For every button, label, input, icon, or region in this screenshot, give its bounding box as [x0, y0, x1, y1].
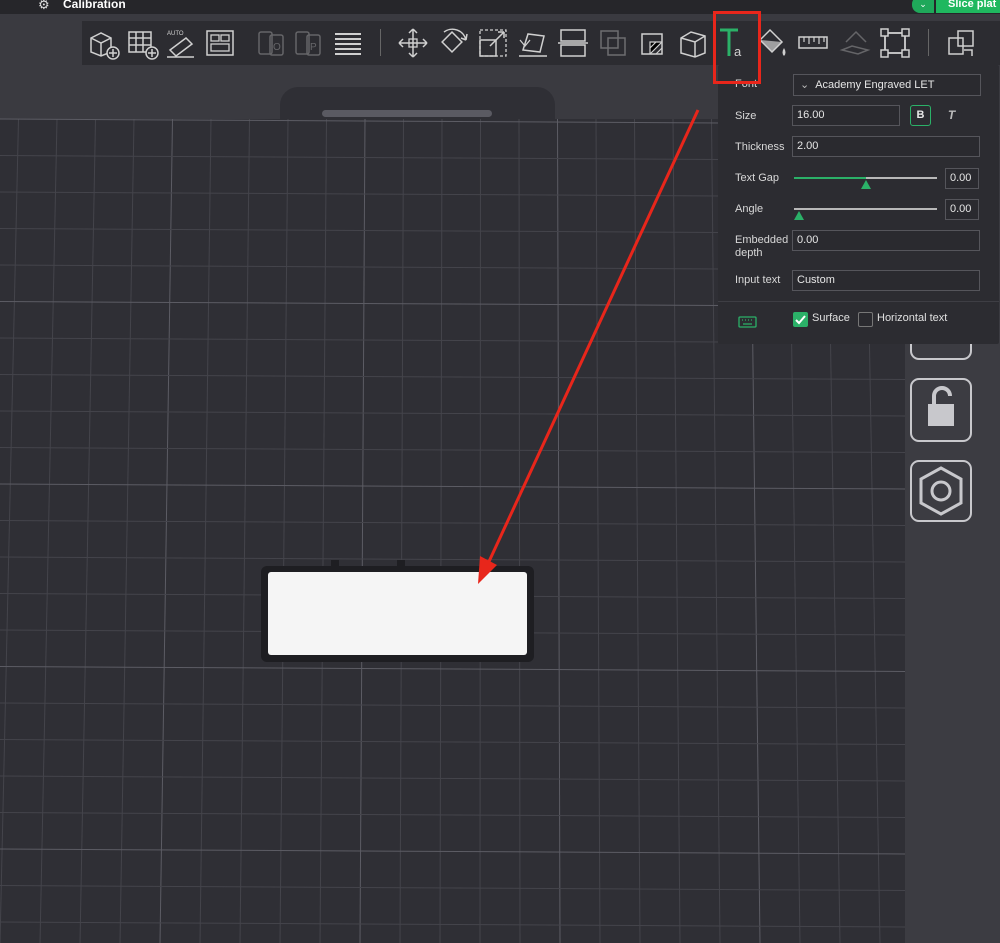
grid-line-horizontal	[0, 739, 905, 745]
lay-on-face-icon[interactable]	[516, 26, 550, 60]
grid-line-vertical	[479, 118, 481, 943]
grid-line-vertical	[399, 118, 404, 943]
split-objects-icon[interactable]: O	[254, 26, 288, 60]
move-icon[interactable]	[396, 26, 430, 60]
assembly-icon[interactable]	[838, 26, 872, 60]
panel-divider	[718, 301, 999, 302]
boolean-icon[interactable]	[596, 26, 630, 60]
grid-line-vertical	[199, 118, 212, 943]
grid-line-vertical	[79, 118, 96, 943]
seam-paint-icon[interactable]	[676, 26, 710, 60]
angle-label: Angle	[735, 203, 764, 215]
scale-icon[interactable]	[476, 26, 510, 60]
grid-line-horizontal	[0, 410, 905, 417]
size-input[interactable]: 16.00	[792, 105, 900, 126]
bold-button[interactable]: B	[910, 105, 931, 126]
grid-line-vertical	[439, 118, 443, 943]
toolbar-separator	[928, 29, 929, 56]
auto-orient-icon[interactable]: AUTO	[164, 26, 198, 60]
cut-icon[interactable]	[556, 26, 590, 60]
grid-line-vertical	[595, 118, 601, 943]
gear-icon[interactable]: ⚙	[38, 0, 50, 13]
grid-line-vertical	[634, 118, 641, 943]
grid-line-horizontal	[0, 885, 905, 891]
grid-line-vertical	[39, 118, 58, 943]
text-gap-slider-fill	[794, 177, 866, 179]
grid-line-horizontal	[0, 666, 905, 672]
thickness-label: Thickness	[735, 141, 785, 153]
chevron-down-icon[interactable]: ⌄	[912, 0, 934, 13]
grid-line-horizontal	[0, 812, 905, 818]
input-text-label: Input text	[735, 274, 781, 286]
embedded-depth-input[interactable]: 0.00	[792, 230, 980, 251]
grid-line-horizontal	[0, 702, 905, 709]
highlight-box	[713, 11, 761, 84]
horizontal-text-label: Horizontal text	[877, 312, 948, 324]
toolbar-separator	[380, 29, 381, 56]
font-select[interactable]: ⌄ Academy Engraved LET	[793, 74, 981, 96]
angle-input[interactable]: 0.00	[945, 199, 979, 220]
add-plate-icon[interactable]	[125, 26, 159, 60]
text-gap-label: Text Gap	[735, 172, 780, 184]
assemble-view-icon[interactable]	[944, 26, 978, 60]
window-title: Calibration	[63, 0, 126, 11]
main-toolbar: AUTO O P a	[82, 21, 1000, 65]
surface-checkbox[interactable]	[793, 312, 808, 327]
support-paint-icon[interactable]	[636, 26, 670, 60]
keyboard-icon[interactable]	[738, 315, 757, 334]
text-gap-input[interactable]: 0.00	[945, 168, 979, 189]
grid-line-horizontal	[0, 374, 905, 380]
grid-line-horizontal	[0, 556, 905, 563]
thickness-input[interactable]: 2.00	[792, 136, 980, 157]
right-side-panel	[905, 306, 1000, 943]
lock-icon[interactable]	[910, 378, 972, 442]
add-object-icon[interactable]	[86, 26, 120, 60]
angle-slider-thumb[interactable]	[794, 211, 804, 220]
svg-text:O: O	[273, 42, 281, 53]
color-paint-icon[interactable]	[756, 26, 790, 60]
grid-line-horizontal	[0, 921, 905, 928]
grid-line-horizontal	[0, 848, 905, 855]
grid-line-horizontal	[0, 447, 905, 453]
fit-icon[interactable]	[878, 26, 912, 60]
grid-line-horizontal	[0, 483, 905, 490]
svg-text:AUTO: AUTO	[167, 31, 184, 37]
grid-line-vertical	[672, 118, 681, 943]
surface-label: Surface	[812, 312, 850, 324]
grid-line-vertical	[359, 118, 366, 943]
label-object-face[interactable]	[268, 572, 527, 655]
title-bar: ⚙ Calibration ⌄ Slice plat	[0, 0, 1000, 14]
angle-slider[interactable]	[794, 208, 937, 210]
embedded-depth-label: Embedded depth	[735, 234, 789, 259]
layers-icon[interactable]	[331, 26, 365, 60]
text-gap-slider-thumb[interactable]	[861, 180, 871, 189]
svg-text:P: P	[310, 42, 317, 53]
arrange-icon[interactable]	[203, 26, 237, 60]
grid-line-vertical	[279, 118, 289, 943]
chevron-down-icon: ⌄	[800, 79, 810, 91]
grid-line-vertical	[518, 118, 521, 943]
grid-line-vertical	[159, 118, 173, 943]
grid-line-horizontal	[0, 520, 905, 526]
grid-line-vertical	[239, 118, 250, 943]
horizontal-text-checkbox[interactable]	[858, 312, 873, 327]
split-parts-icon[interactable]: P	[291, 26, 325, 60]
grid-line-vertical	[119, 118, 135, 943]
grid-line-vertical	[0, 118, 19, 943]
font-select-value: Academy Engraved LET	[815, 79, 935, 91]
settings-nut-icon[interactable]	[910, 460, 972, 522]
grid-line-horizontal	[0, 775, 905, 782]
grid-line-vertical	[319, 118, 327, 943]
italic-button[interactable]: T	[941, 105, 962, 126]
grid-line-vertical	[557, 118, 561, 943]
measure-icon[interactable]	[796, 26, 830, 60]
slice-plate-button[interactable]: Slice plat	[936, 0, 1000, 13]
input-text-field[interactable]: Custom	[792, 270, 980, 291]
size-label: Size	[735, 110, 757, 122]
rotate-icon[interactable]	[436, 26, 470, 60]
